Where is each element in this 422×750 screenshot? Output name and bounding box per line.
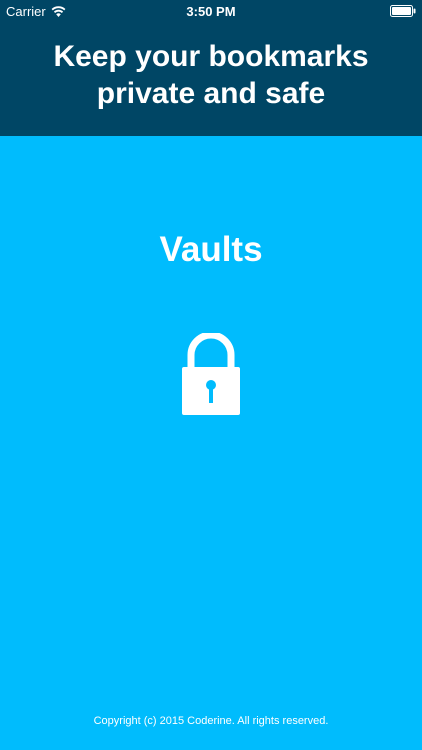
vaults-title: Vaults [159, 230, 263, 269]
status-time: 3:50 PM [186, 4, 236, 19]
app-screen: Carrier 3:50 PM Keep your bookmarks priv… [0, 0, 422, 750]
status-bar: Carrier 3:50 PM [0, 0, 422, 22]
lock-icon [182, 333, 240, 415]
header-title: Keep your bookmarks private and safe [53, 40, 369, 110]
battery-icon [390, 5, 416, 17]
header-banner: Carrier 3:50 PM Keep your bookmarks priv… [0, 0, 422, 136]
copyright-text: Copyright (c) 2015 Coderine. All rights … [93, 715, 329, 727]
